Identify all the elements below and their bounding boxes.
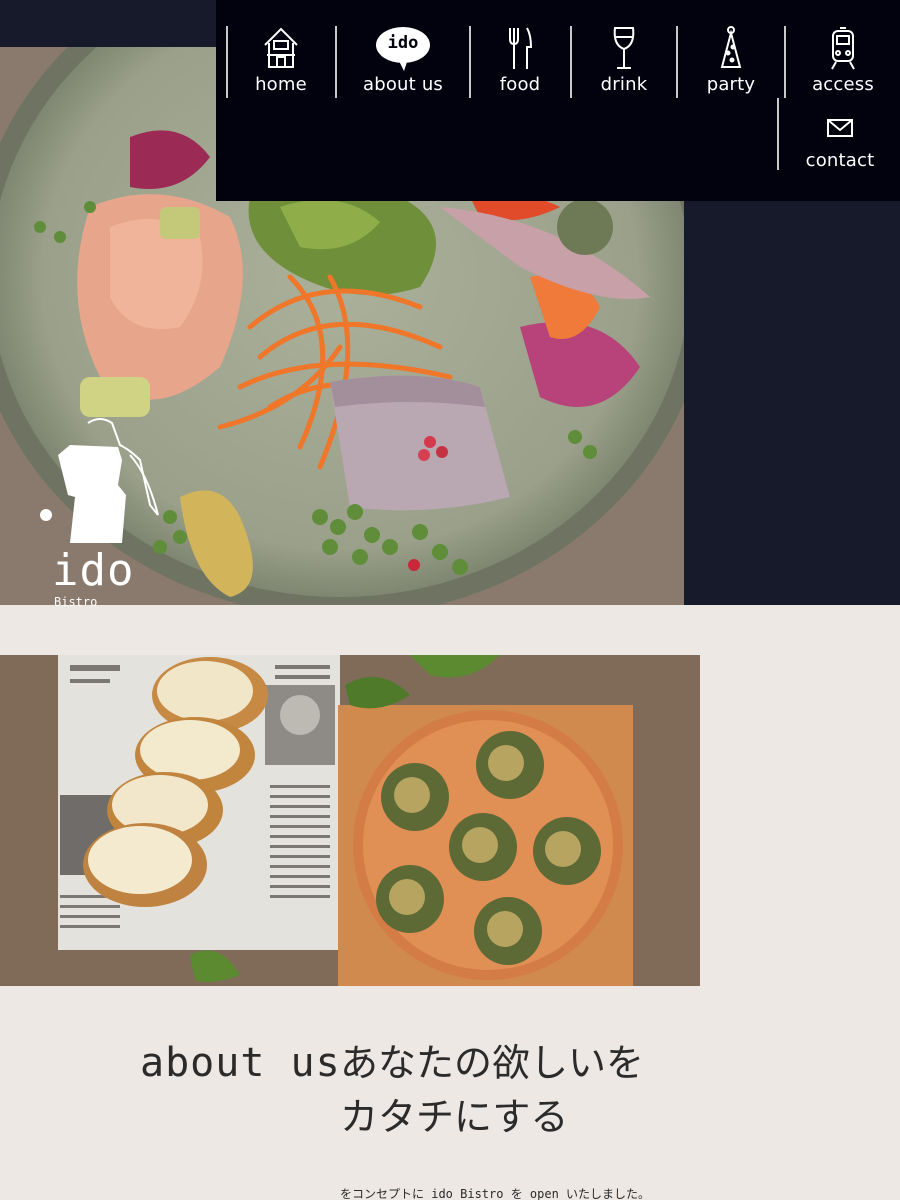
nav-separator <box>676 26 678 98</box>
wine-glass-icon <box>611 24 637 72</box>
nav-party[interactable]: party <box>704 24 758 95</box>
about-us-title: あなたの欲しいを カタチにする <box>340 1036 760 1144</box>
bread-escargot-photo <box>0 655 700 986</box>
nav-separator <box>469 26 471 98</box>
nav-contact[interactable]: contact <box>806 108 874 171</box>
ido-bistro-logo[interactable]: ido Bistro <box>30 415 180 609</box>
logo-text: ido <box>52 545 135 596</box>
nav-food-label: food <box>499 74 541 95</box>
nav-home-label: home <box>255 74 307 95</box>
nav-access[interactable]: access <box>812 24 874 95</box>
about-title-line-2: カタチにする <box>340 1095 569 1139</box>
nav-separator <box>570 26 572 98</box>
party-hat-icon <box>718 24 744 72</box>
train-icon <box>828 24 858 72</box>
nav-separator <box>226 26 228 98</box>
speech-bubble-text: ido <box>387 33 419 53</box>
nav-separator <box>784 26 786 98</box>
nav-drink[interactable]: drink <box>598 24 650 95</box>
about-us-text: をコンセプトに ido Bistro を open いたしました。 <box>340 1187 651 1200</box>
logo-subtext: Bistro <box>54 595 98 609</box>
side-band <box>684 200 900 605</box>
fork-knife-icon <box>505 24 535 72</box>
nav-home[interactable]: home <box>250 24 312 95</box>
nav-food[interactable]: food <box>494 24 546 95</box>
house-icon <box>261 24 301 72</box>
nav-party-label: party <box>706 74 756 95</box>
nav-about-us[interactable]: ido about us <box>360 24 446 95</box>
main-navigation: home ido about us food drink party acces… <box>216 0 900 201</box>
nav-access-label: access <box>812 74 874 95</box>
nav-about-us-label: about us <box>362 74 444 95</box>
nav-drink-label: drink <box>600 74 648 95</box>
nav-separator <box>335 26 337 98</box>
nav-contact-label: contact <box>805 150 875 171</box>
about-title-line-1: あなたの欲しいを <box>340 1041 645 1085</box>
about-us-heading: about us <box>140 1040 341 1086</box>
envelope-icon <box>826 108 854 148</box>
nav-separator <box>777 98 779 170</box>
speech-bubble-icon: ido <box>374 24 432 72</box>
